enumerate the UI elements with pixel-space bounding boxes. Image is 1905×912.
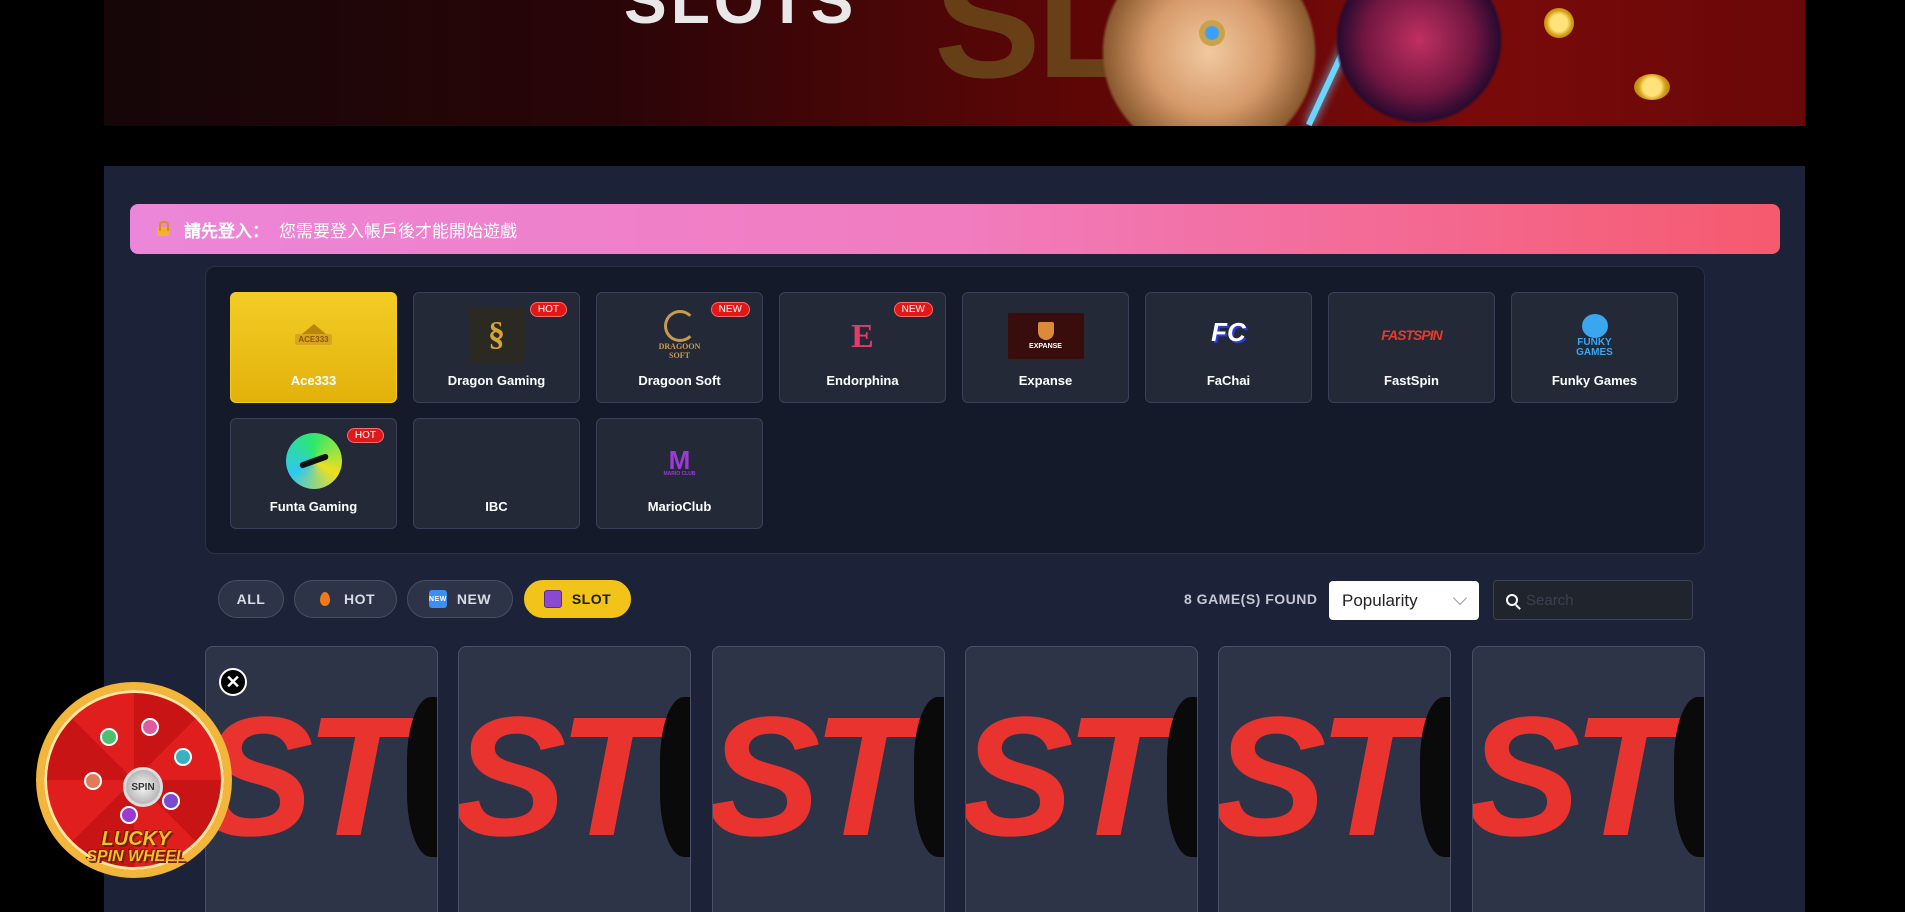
coin-decoration — [1634, 74, 1670, 100]
new-badge: NEW — [893, 302, 933, 317]
hero-character-samurai — [1334, 0, 1504, 126]
provider-panel: ACE333 Ace333 HOT § Dragon Gaming NEW DR… — [205, 266, 1705, 554]
new-icon: NEW — [428, 590, 447, 608]
game-lobby: 請先登入： 您需要登入帳戶後才能開始遊戲 ACE333 Ace333 HOT §… — [104, 166, 1805, 912]
marioclub-logo: M MARIO CLUB — [663, 445, 696, 477]
games-found-count: 8 GAME(S) FOUND — [1184, 591, 1318, 607]
funky-games-logo: FUNKY GAMES — [1565, 307, 1625, 365]
filter-new-button[interactable]: NEW NEW — [407, 580, 513, 618]
expanse-logo: EXPANSE — [1007, 313, 1084, 359]
dragon-gaming-logo: § — [468, 307, 525, 363]
lucky-spin-wheel-widget[interactable]: SPIN LUCKY SPIN WHEEL — [34, 682, 234, 882]
game-card[interactable]: ST — [1218, 646, 1451, 912]
provider-fachai[interactable]: FC FaChai — [1145, 292, 1312, 403]
hot-badge: HOT — [346, 428, 384, 443]
game-thumbnail: ST — [713, 683, 944, 863]
endorphina-logo: E — [851, 318, 874, 355]
fachai-logo: FC — [1211, 316, 1246, 347]
game-card[interactable]: ST — [712, 646, 945, 912]
spin-wheel-title: LUCKY SPIN WHEEL — [86, 828, 186, 865]
provider-funta-gaming[interactable]: HOT Funta Gaming — [230, 418, 397, 529]
provider-ibc[interactable]: IBC — [413, 418, 580, 529]
game-thumbnail: ST — [459, 683, 690, 863]
provider-marioclub[interactable]: M MARIO CLUB MarioClub — [596, 418, 763, 529]
provider-dragon-gaming[interactable]: HOT § Dragon Gaming — [413, 292, 580, 403]
banner-title: SLOTS — [624, 0, 858, 37]
game-thumbnail: ST — [966, 683, 1197, 863]
spin-hub: SPIN — [123, 767, 163, 807]
provider-funky-games[interactable]: FUNKY GAMES Funky Games — [1511, 292, 1678, 403]
sort-select[interactable]: Popularity — [1329, 581, 1479, 620]
game-card[interactable]: ST — [965, 646, 1198, 912]
game-card[interactable]: ST — [1472, 646, 1705, 912]
provider-ace333[interactable]: ACE333 Ace333 — [230, 292, 397, 403]
dragoon-soft-logo: DRAGOON SOFT — [650, 309, 710, 361]
login-notice-label: 請先登入： — [184, 221, 269, 241]
flame-icon — [316, 590, 334, 608]
provider-fastspin[interactable]: FASTSPIN FastSpin — [1328, 292, 1495, 403]
login-notice[interactable]: 請先登入： 您需要登入帳戶後才能開始遊戲 — [130, 204, 1780, 254]
slot-machine-icon — [543, 590, 562, 608]
game-thumbnail: ST — [1473, 683, 1704, 863]
game-card[interactable]: ST — [458, 646, 691, 912]
fastspin-logo: FASTSPIN — [1381, 327, 1442, 343]
filter-all-button[interactable]: ALL — [218, 580, 284, 618]
filter-hot-button[interactable]: HOT — [294, 580, 397, 618]
game-thumbnail: ST — [1219, 683, 1450, 863]
page: SLO SLOTS 請先登入： 您需要登入帳戶後才能開始遊戲 ACE333 Ac… — [0, 0, 1905, 912]
new-badge: NEW — [710, 302, 750, 317]
search-box[interactable] — [1493, 580, 1693, 620]
login-notice-message: 您需要登入帳戶後才能開始遊戲 — [279, 221, 517, 241]
funta-gaming-logo — [285, 433, 342, 489]
provider-dragoon-soft[interactable]: NEW DRAGOON SOFT Dragoon Soft — [596, 292, 763, 403]
chevron-down-icon — [1452, 590, 1468, 606]
filter-slot-button[interactable]: SLOT — [524, 580, 631, 618]
coin-decoration — [1544, 8, 1574, 38]
ace333-logo: ACE333 — [292, 319, 336, 349]
hot-badge: HOT — [529, 302, 567, 317]
game-thumbnail: ST — [206, 683, 437, 863]
lock-icon — [154, 220, 172, 238]
provider-endorphina[interactable]: NEW E Endorphina — [779, 292, 946, 403]
close-icon[interactable]: ✕ — [219, 668, 247, 696]
provider-expanse[interactable]: EXPANSE Expanse — [962, 292, 1129, 403]
search-input[interactable] — [1526, 591, 1676, 609]
hero-banner: SLO SLOTS — [104, 0, 1805, 126]
search-icon — [1506, 594, 1518, 606]
